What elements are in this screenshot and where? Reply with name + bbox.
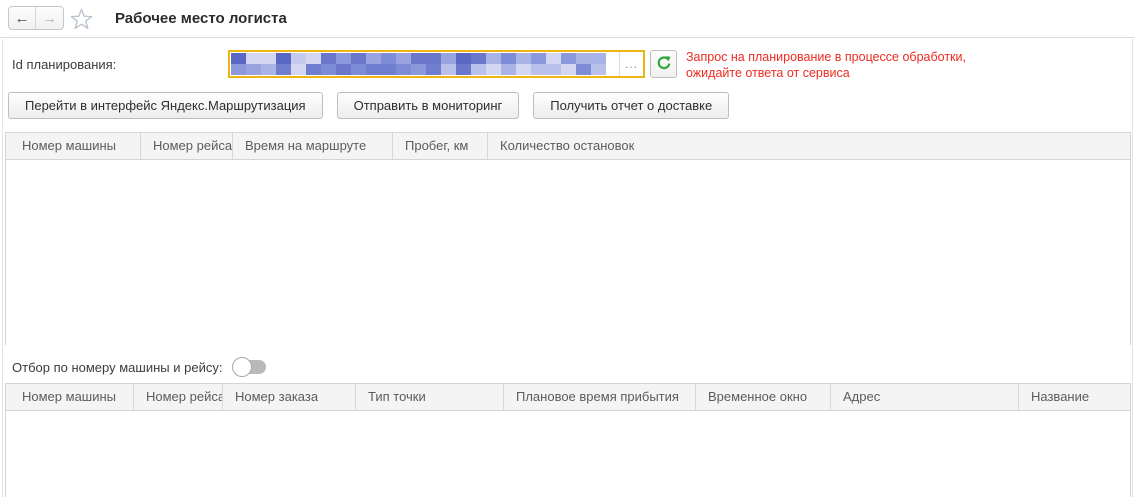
refresh-icon [656,55,672,74]
refresh-button[interactable] [650,50,677,78]
title-bar: ← → Рабочее место логиста [0,0,1134,38]
open-yandex-routing-button[interactable]: Перейти в интерфейс Яндекс.Маршрутизация [8,92,323,119]
column-header-name[interactable]: Название [1019,384,1130,410]
send-to-monitoring-button[interactable]: Отправить в мониторинг [337,92,520,119]
status-line-1: Запрос на планирование в процессе обрабо… [686,49,1134,65]
routes-table-header: Номер машины Номер рейса Время на маршру… [6,133,1130,160]
nav-button-group: ← → [8,6,64,30]
column-header-address[interactable]: Адрес [831,384,1019,410]
column-header-trip-number[interactable]: Номер рейса [134,384,223,410]
forward-button[interactable]: → [36,7,63,29]
status-message: Запрос на планирование в процессе обрабо… [686,49,1134,81]
planning-id-redacted [231,53,618,75]
page-title: Рабочее место логиста [115,10,287,27]
planning-id-input[interactable]: ... [228,50,645,78]
get-delivery-report-button[interactable]: Получить отчет о доставке [533,92,729,119]
window-left-border [2,39,3,497]
stops-table-body[interactable] [6,411,1130,497]
back-button[interactable]: ← [9,7,36,29]
column-header-planned-arrival-time[interactable]: Плановое время прибытия [504,384,696,410]
column-header-time-window[interactable]: Временное окно [696,384,831,410]
filter-toggle-label: Отбор по номеру машины и рейсу: [12,360,222,375]
column-header-order-number[interactable]: Номер заказа [223,384,356,410]
routes-table: Номер машины Номер рейса Время на маршру… [5,132,1131,345]
column-header-point-type[interactable]: Тип точки [356,384,504,410]
toggle-knob [232,357,252,377]
planning-id-label: Id планирования: [12,57,116,72]
stops-table-header: Номер машины Номер рейса Номер заказа Ти… [6,384,1130,411]
filter-toggle-switch[interactable] [232,357,266,377]
choose-value-button[interactable]: ... [619,52,643,76]
column-header-vehicle-number[interactable]: Номер машины [6,384,134,410]
window-right-border [1132,39,1133,497]
column-header-stops-count[interactable]: Количество остановок [488,133,1130,159]
routes-table-body[interactable] [6,160,1130,346]
column-header-time-on-route[interactable]: Время на маршруте [233,133,393,159]
toolbar: Перейти в интерфейс Яндекс.Маршрутизация… [8,92,729,119]
column-header-vehicle-number[interactable]: Номер машины [6,133,141,159]
column-header-trip-number[interactable]: Номер рейса [141,133,233,159]
column-header-mileage-km[interactable]: Пробег, км [393,133,488,159]
status-line-2: ожидайте ответа от сервиса [686,65,1134,81]
favorite-star-icon[interactable] [70,8,93,30]
stops-table: Номер машины Номер рейса Номер заказа Ти… [5,383,1131,497]
